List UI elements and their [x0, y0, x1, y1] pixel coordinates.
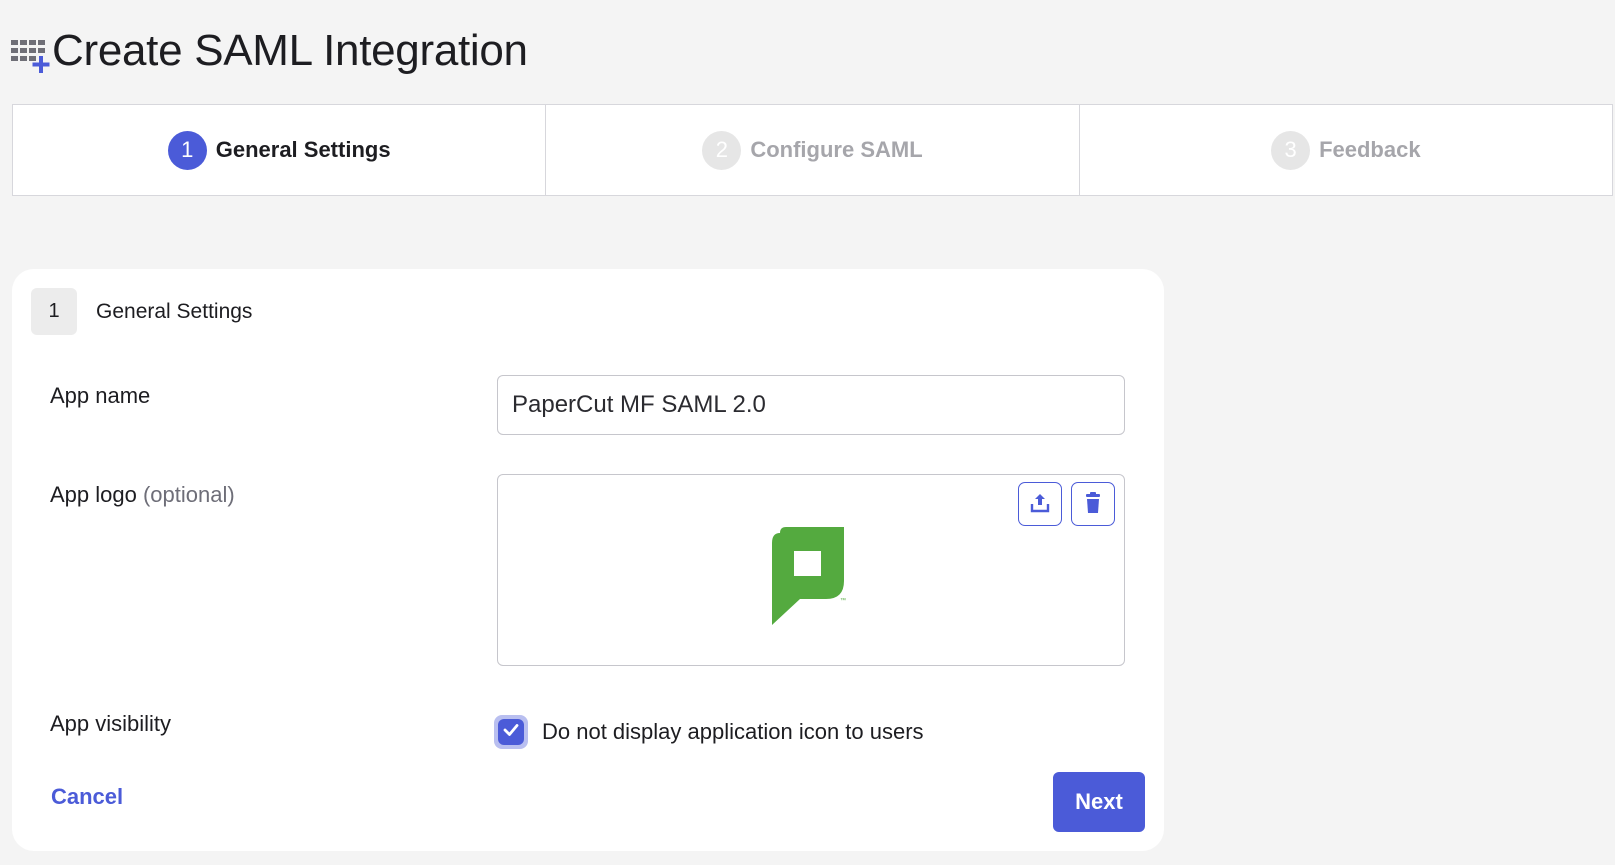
app-name-label: App name	[50, 383, 151, 408]
app-logo-dropzone[interactable]: ™	[497, 474, 1125, 666]
optional-hint: (optional)	[142, 482, 235, 507]
cancel-link[interactable]: Cancel	[51, 784, 123, 810]
hide-icon-checkbox-label[interactable]: Do not display application icon to users	[542, 719, 924, 745]
app-logo-label: App logo	[50, 482, 137, 507]
step-label: Configure SAML	[750, 137, 923, 162]
step-feedback[interactable]: 3 Feedback	[1080, 105, 1612, 195]
upload-icon	[1029, 492, 1051, 517]
wizard-stepper: 1 General Settings 2 Configure SAML 3 Fe…	[12, 104, 1613, 196]
page-title: Create SAML Integration	[52, 26, 528, 75]
page-header: Create SAML Integration	[10, 26, 528, 76]
next-button[interactable]: Next	[1053, 772, 1145, 832]
grid-plus-icon	[10, 28, 50, 74]
upload-logo-button[interactable]	[1018, 482, 1062, 526]
step-general-settings[interactable]: 1 General Settings	[13, 105, 547, 195]
step-label: Feedback	[1319, 137, 1421, 162]
step-number-badge: 2	[702, 130, 742, 170]
svg-text:™: ™	[840, 597, 846, 604]
checkbox-checked-state	[498, 719, 524, 745]
hide-icon-checkbox[interactable]	[494, 715, 528, 749]
trash-icon	[1083, 491, 1103, 517]
section-title: General Settings	[96, 299, 253, 323]
section-number: 1	[31, 288, 77, 335]
app-name-input[interactable]	[497, 375, 1125, 435]
general-settings-card: 1 General Settings App name App logo (op…	[12, 269, 1164, 851]
app-visibility-label: App visibility	[50, 711, 172, 736]
delete-logo-button[interactable]	[1071, 482, 1115, 526]
step-label: General Settings	[215, 137, 391, 162]
checkmark-icon	[502, 721, 520, 744]
papercut-logo-icon: ™	[770, 525, 850, 627]
app-logo-label-row: App logo (optional)	[50, 482, 235, 508]
step-configure-saml[interactable]: 2 Configure SAML	[546, 105, 1080, 195]
step-number-badge: 1	[167, 130, 207, 170]
section-header: 1 General Settings	[31, 288, 252, 335]
step-number-badge: 3	[1271, 130, 1311, 170]
